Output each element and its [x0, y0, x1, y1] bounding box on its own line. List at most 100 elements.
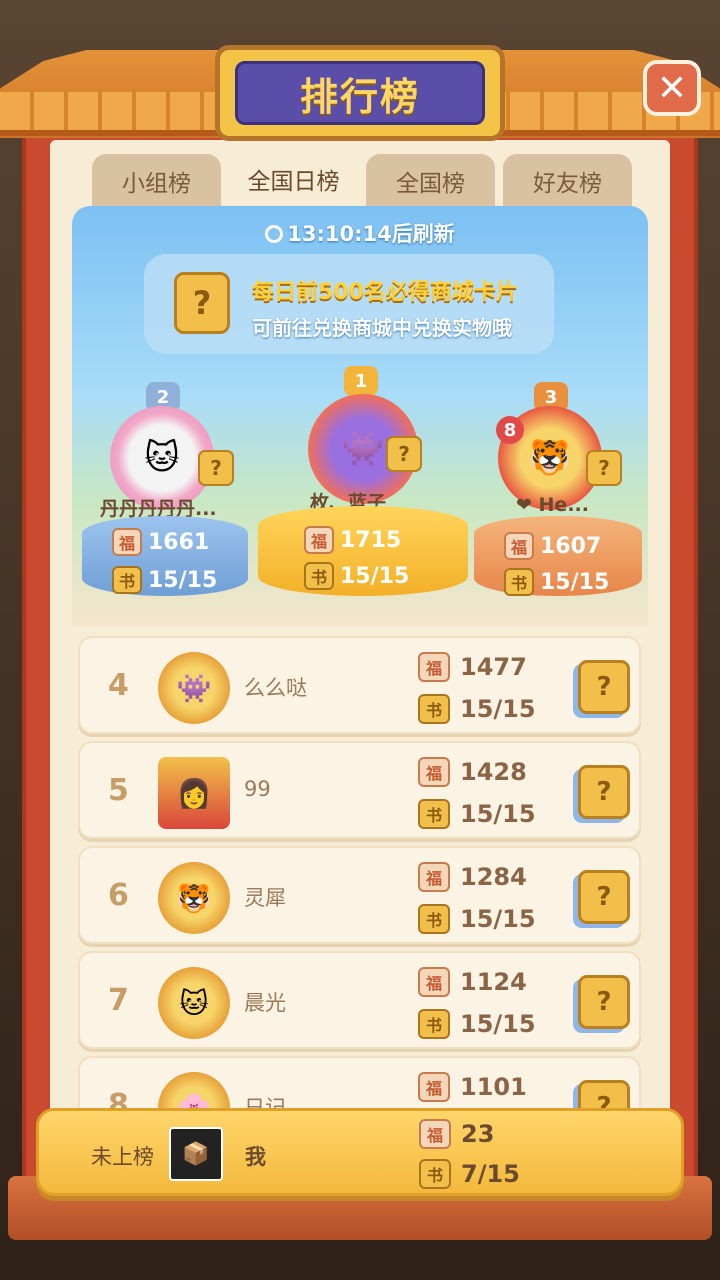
- progress: 书 15/15: [112, 566, 217, 594]
- progress-value: 15/15: [340, 563, 410, 589]
- avatar: 🐱: [158, 967, 230, 1039]
- book-icon: 书: [418, 904, 450, 934]
- refresh-text: 13:10:14后刷新: [287, 222, 455, 246]
- tab-friends[interactable]: 好友榜: [503, 154, 632, 208]
- progress-value: 15/15: [460, 800, 536, 828]
- fu-icon: 福: [418, 862, 450, 892]
- tab-national-daily[interactable]: 全国日榜: [229, 150, 358, 208]
- score: 福 1428: [418, 757, 527, 787]
- progress-value: 15/15: [460, 695, 536, 723]
- progress: 书 15/15: [418, 799, 536, 829]
- score-value: 1661: [148, 529, 210, 555]
- book-icon: 书: [418, 694, 450, 724]
- list-row-rank-6[interactable]: 6 🐯 灵犀 福 1284 书 15/15 ?: [78, 846, 641, 944]
- progress-value: 7/15: [461, 1160, 520, 1188]
- score-value: 1715: [340, 527, 402, 553]
- card-icon: ?: [174, 272, 230, 334]
- progress-value: 15/15: [460, 905, 536, 933]
- close-button[interactable]: ✕: [643, 60, 701, 116]
- player-name: 99: [244, 777, 271, 801]
- progress: 书 15/15: [504, 568, 609, 596]
- reward-banner: ? 每日前500名必得商城卡片 可前往兑换商城中兑换实物哦: [144, 254, 554, 354]
- avatar: 👾: [158, 652, 230, 724]
- progress-value: 15/15: [460, 1010, 536, 1038]
- player-name: 晨光: [244, 991, 286, 1015]
- fu-icon: 福: [418, 652, 450, 682]
- tab-bar: 小组榜 全国日榜 全国榜 好友榜: [92, 150, 632, 208]
- rank-badge: 1: [344, 366, 378, 396]
- my-name: 我: [245, 1145, 266, 1169]
- score: 福 1124: [418, 967, 527, 997]
- rank-number: 6: [108, 878, 129, 913]
- avatar: 👩: [158, 757, 230, 829]
- title-plaque: 排行榜: [215, 45, 505, 141]
- card-icon[interactable]: ?: [578, 975, 630, 1029]
- player-name: 么么哒: [244, 676, 307, 700]
- fu-icon: 福: [304, 526, 334, 554]
- progress: 书 15/15: [304, 562, 409, 590]
- my-progress: 书 7/15: [419, 1159, 520, 1189]
- refresh-timer: 13:10:14后刷新: [72, 218, 648, 248]
- progress: 书 15/15: [418, 694, 536, 724]
- book-icon: 书: [304, 562, 334, 590]
- tab-national[interactable]: 全国榜: [366, 154, 495, 208]
- my-score: 福 23: [419, 1119, 494, 1149]
- level-badge: 8: [496, 416, 524, 444]
- card-icon: ?: [198, 450, 234, 486]
- unranked-label: 未上榜: [91, 1145, 154, 1169]
- podium-area: 13:10:14后刷新 ? 每日前500名必得商城卡片 可前往兑换商城中兑换实物…: [72, 206, 648, 626]
- fu-icon: 福: [418, 757, 450, 787]
- score: 福 1477: [418, 652, 527, 682]
- score: 福 1715: [304, 526, 401, 554]
- progress: 书 15/15: [418, 1009, 536, 1039]
- book-icon: 书: [419, 1159, 451, 1189]
- progress-value: 15/15: [148, 567, 218, 593]
- podium-rank-2[interactable]: 2 🐱 ? 丹丹丹丹丹... 福 1661 书 15/15: [80, 376, 250, 596]
- score: 福 1661: [112, 528, 209, 556]
- close-icon: ✕: [656, 67, 688, 109]
- fu-icon: 福: [418, 967, 450, 997]
- player-name: 灵犀: [244, 886, 286, 910]
- book-icon: 书: [418, 799, 450, 829]
- score-value: 23: [461, 1120, 495, 1148]
- score-value: 1477: [460, 653, 527, 681]
- fu-icon: 福: [504, 532, 534, 560]
- banner-headline: 每日前500名必得商城卡片: [252, 280, 518, 305]
- my-rank-bar[interactable]: 未上榜 📦 我 福 23 书 7/15: [36, 1108, 684, 1196]
- fu-icon: 福: [112, 528, 142, 556]
- book-icon: 书: [504, 568, 534, 596]
- fu-icon: 福: [418, 1072, 450, 1102]
- rank-number: 5: [108, 773, 129, 808]
- card-icon[interactable]: ?: [578, 660, 630, 714]
- page-title: 排行榜: [235, 61, 485, 125]
- score: 福 1607: [504, 532, 601, 560]
- card-icon[interactable]: ?: [578, 765, 630, 819]
- score-value: 1284: [460, 863, 527, 891]
- avatar: 🐯: [158, 862, 230, 934]
- progress-value: 15/15: [540, 569, 610, 595]
- book-icon: 书: [112, 566, 142, 594]
- avatar: 📦: [169, 1127, 223, 1181]
- card-icon: ?: [586, 450, 622, 486]
- score-value: 1607: [540, 533, 602, 559]
- book-icon: 书: [418, 1009, 450, 1039]
- list-row-rank-4[interactable]: 4 👾 么么哒 福 1477 书 15/15 ?: [78, 636, 641, 734]
- rank-number: 4: [108, 668, 129, 703]
- score-value: 1428: [460, 758, 527, 786]
- clock-icon: [265, 225, 284, 243]
- card-icon: ?: [386, 436, 422, 472]
- fu-icon: 福: [419, 1119, 451, 1149]
- score: 福 1101: [418, 1072, 527, 1102]
- rank-number: 7: [108, 983, 129, 1018]
- score: 福 1284: [418, 862, 527, 892]
- score-value: 1101: [460, 1073, 527, 1101]
- tab-group[interactable]: 小组榜: [92, 154, 221, 208]
- card-icon[interactable]: ?: [578, 870, 630, 924]
- player-name: ❤ He...: [516, 494, 589, 516]
- podium-rank-3[interactable]: 3 🐯 8 ? ❤ He... 福 1607 书 15/15: [472, 376, 644, 596]
- banner-subline: 可前往兑换商城中兑换实物哦: [252, 316, 512, 340]
- podium-rank-1[interactable]: 1 👾 ? 枚、蓝子 福 1715 书 15/15: [258, 366, 468, 596]
- list-row-rank-7[interactable]: 7 🐱 晨光 福 1124 书 15/15 ?: [78, 951, 641, 1049]
- list-row-rank-5[interactable]: 5 👩 99 福 1428 书 15/15 ?: [78, 741, 641, 839]
- progress: 书 15/15: [418, 904, 536, 934]
